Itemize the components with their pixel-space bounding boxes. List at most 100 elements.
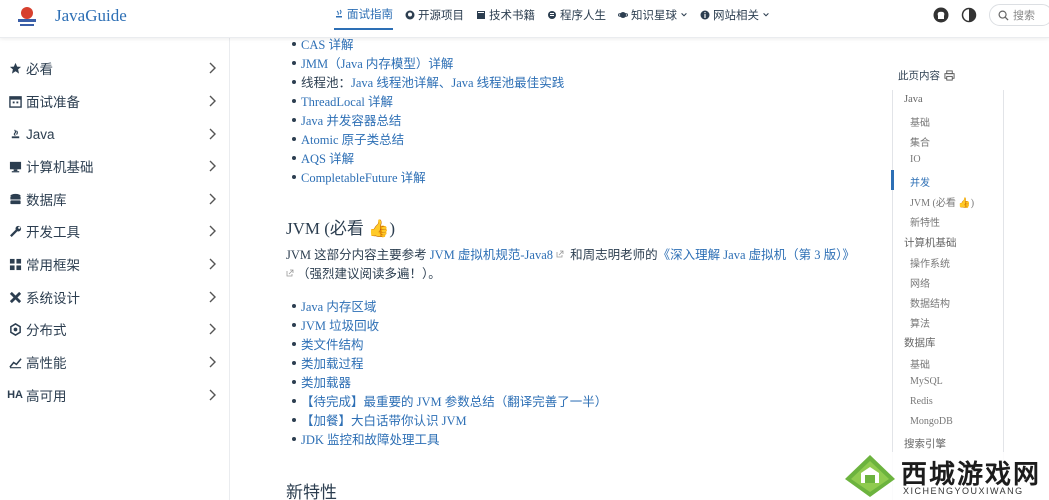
chevron-right-icon [209,193,216,205]
chevron-right-icon [209,128,216,140]
ha-icon: HA [7,389,23,401]
chevron-right-icon [209,62,216,74]
list-item[interactable]: 【待完成】最重要的 JVM 参数总结（翻译完善了一半） [291,391,607,410]
sidebar-item-database[interactable]: 数据库 [0,183,230,215]
toc-item[interactable]: Java [904,94,923,105]
nav-interview-guide[interactable]: 面试指南 [334,0,393,30]
computer-icon [8,159,22,173]
chevron-right-icon [209,291,216,303]
list-item[interactable]: Java 并发容器总结 [291,110,401,129]
search-input[interactable]: 搜索 [989,4,1049,26]
sidebar: 必看 面试准备 Java 计算机基础 数据库 开发工具 常用框架 系统设计 分布 [0,38,230,500]
chevron-right-icon [209,389,216,401]
github-icon [405,10,415,20]
jvm-spec-link[interactable]: JVM 虚拟机规范-Java8 [430,248,553,262]
table-of-contents: Java 基础 集合 IO 并发 JVM (必看 👍) 新特性 计算机基础 操作… [891,90,1004,500]
top-navbar: JavaGuide 面试指南 开源项目 技术书籍 程序人生 知识星球 网站相关 [0,0,1049,38]
github-link-icon[interactable] [933,7,949,23]
java-icon [336,9,342,18]
sidebar-item-dev-tools[interactable]: 开发工具 [0,215,230,247]
toc-item[interactable]: 计算机基础 [904,235,957,250]
new-features-heading: 新特性 [286,483,337,500]
toc-item[interactable]: 网络 [910,275,930,290]
theme-toggle-icon[interactable] [961,7,977,23]
toc-active-marker [891,170,894,190]
nav-open-source[interactable]: 开源项目 [405,0,464,30]
toc-item[interactable]: 集合 [910,134,930,149]
jvm-book-link[interactable]: 《深入理解 Java 虚拟机（第 3 版）》 [658,248,855,262]
toc-item[interactable]: 数据结构 [910,295,950,310]
sidebar-item-distributed[interactable]: 分布式 [0,313,230,345]
sidebar-item-interview-prep[interactable]: 面试准备 [0,85,230,117]
list-item[interactable]: ThreadLocal 详解 [292,91,393,110]
toc-item[interactable]: 数据库 [904,335,936,350]
book-icon [477,11,485,19]
chevron-down-icon [681,13,687,17]
sidebar-item-cs-basics[interactable]: 计算机基础 [0,150,230,182]
list-item[interactable]: 【加餐】大白话带你认识 JVM [292,410,467,429]
nav-knowledge-planet[interactable]: 知识星球 [618,0,688,30]
toc-item[interactable]: 新特性 [910,214,940,229]
article-icon [548,11,556,19]
site-logo[interactable] [14,4,40,30]
toc-item[interactable]: 操作系统 [910,255,950,270]
calendar-icon [8,94,22,108]
toc-item[interactable]: MongoDB [910,416,953,427]
grid-icon [8,257,22,271]
nav-tech-books[interactable]: 技术书籍 [476,0,535,30]
list-item[interactable]: JMM（Java 内存模型）详解 [291,53,453,72]
list-item[interactable]: Atomic 原子类总结 [291,129,404,148]
sidebar-item-performance[interactable]: 高性能 [0,346,230,378]
toc-item[interactable]: 搜索引擎 [904,436,946,451]
jvm-heading: JVM (必看 👍) [286,219,395,238]
sidebar-item-system-design[interactable]: 系统设计 [0,281,230,313]
toc-item[interactable]: 基础 [910,114,930,129]
toc-item[interactable]: MySQL [910,376,943,387]
star-icon [8,61,22,75]
planet-icon [618,12,628,18]
list-item[interactable]: CompletableFuture 详解 [292,167,426,186]
info-icon [700,10,710,20]
list-item[interactable]: 类加载器 [291,372,351,391]
list-item[interactable]: JDK 监控和故障处理工具 [292,429,440,448]
toc-item[interactable]: Redis [910,396,933,407]
external-link-icon [556,250,564,258]
chart-icon [8,355,22,369]
toc-item[interactable]: 算法 [910,315,930,330]
list-item[interactable]: 类加载过程 [292,353,364,372]
print-icon[interactable] [944,70,955,81]
chevron-right-icon [209,258,216,270]
java-icon [8,127,22,141]
search-icon [998,10,1009,21]
nav-career[interactable]: 程序人生 [547,0,606,30]
list-item[interactable]: JVM 垃圾回收 [291,315,379,334]
navbar-actions: 搜索 [933,0,1049,30]
chevron-right-icon [209,95,216,107]
chevron-right-icon [209,356,216,368]
toc-item[interactable]: IO [910,154,921,165]
watermark-subtitle: XICHENGYOUXIWANG [903,486,1024,496]
toc-item[interactable]: JVM (必看 👍) [910,194,974,209]
list-item[interactable]: 线程池：Java 线程池详解、Java 线程池最佳实践 [291,72,564,91]
list-item[interactable]: Java 内存区域 [291,296,376,315]
jvm-intro: JVM 这部分内容主要参考 JVM 虚拟机规范-Java8 和周志明老师的《深入… [286,248,855,281]
watermark-logo-icon [845,455,895,497]
chevron-right-icon [209,323,216,335]
list-item[interactable]: AQS 详解 [291,148,354,167]
toc-item[interactable]: 并发 [910,174,930,189]
wrench-icon [8,224,22,238]
design-icon [8,290,22,304]
sidebar-item-must-read[interactable]: 必看 [0,52,230,84]
network-icon [8,322,22,336]
list-item[interactable]: 类文件结构 [292,334,364,353]
chevron-right-icon [209,160,216,172]
sidebar-item-java[interactable]: Java [0,118,230,150]
brand-name[interactable]: JavaGuide [55,6,127,26]
chevron-down-icon [763,13,769,17]
chevron-right-icon [209,225,216,237]
nav-links: 面试指南 开源项目 技术书籍 程序人生 知识星球 网站相关 [334,0,770,30]
toc-item[interactable]: 基础 [910,356,930,371]
sidebar-item-availability[interactable]: HA 高可用 [0,379,230,411]
sidebar-item-frameworks[interactable]: 常用框架 [0,248,230,280]
nav-site-info[interactable]: 网站相关 [700,0,770,30]
